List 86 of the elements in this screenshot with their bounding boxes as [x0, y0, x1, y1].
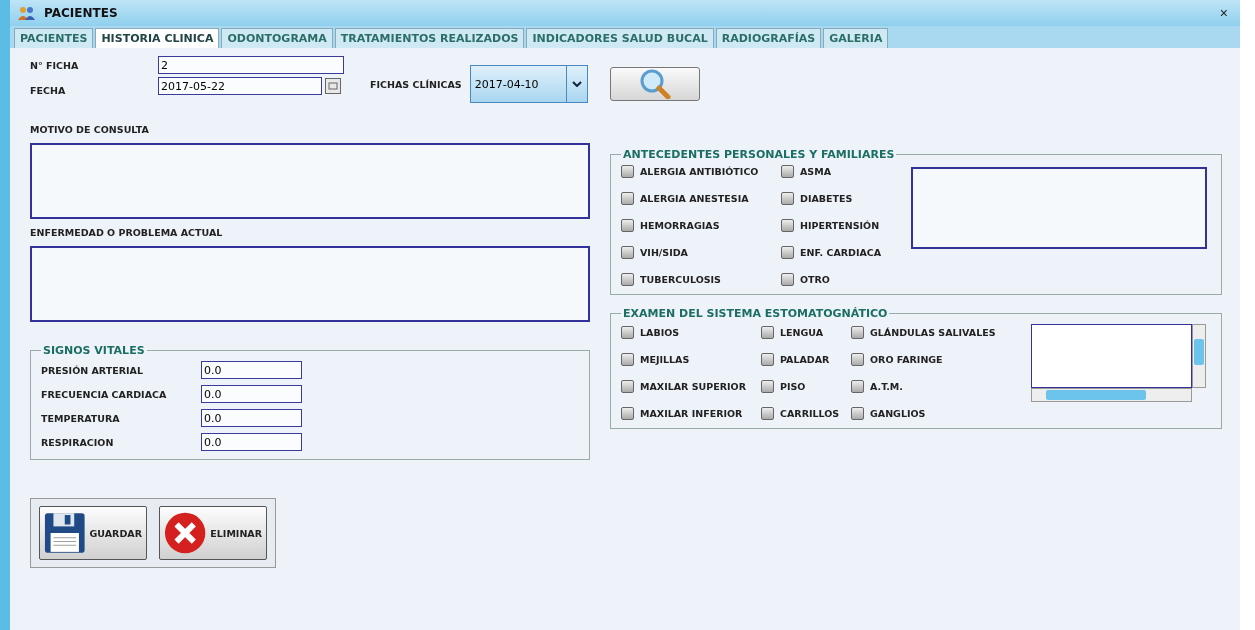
- checkbox-label: ORO FARINGE: [870, 354, 943, 365]
- checkbox-label: LENGUA: [780, 327, 824, 338]
- tab[interactable]: ODONTOGRAMA: [221, 28, 333, 48]
- checkbox[interactable]: [851, 353, 864, 366]
- field-label: ENFERMEDAD O PROBLEMA ACTUAL: [30, 227, 224, 238]
- field-label: FRECUENCIA CARDIACA: [41, 388, 168, 400]
- checkbox-label: OTRO: [800, 274, 830, 285]
- checkbox-label: PISO: [780, 381, 806, 392]
- checkbox-label: ENF. CARDIACA: [800, 247, 882, 258]
- checkbox-label: MEJILLAS: [640, 354, 690, 365]
- vital-input[interactable]: 0.0: [201, 361, 302, 379]
- fichas-dropdown[interactable]: 2017-04-10: [469, 65, 588, 103]
- close-button[interactable]: ×: [1215, 5, 1232, 21]
- field-label: RESPIRACION: [41, 436, 115, 448]
- group-title: ANTECEDENTES PERSONALES Y FAMILIARES: [622, 148, 896, 161]
- checkbox-label: PALADAR: [780, 354, 830, 365]
- checkbox[interactable]: [761, 326, 774, 339]
- motivo-text-area[interactable]: [30, 143, 590, 219]
- checkbox-label: A.T.M.: [870, 381, 903, 392]
- field-label: MOTIVO DE CONSULTA: [30, 124, 150, 135]
- checkbox[interactable]: [781, 273, 794, 286]
- vital-input[interactable]: 0.0: [201, 385, 302, 403]
- checkbox-label: ASMA: [800, 166, 831, 177]
- checkbox[interactable]: [761, 353, 774, 366]
- field-label: FICHAS CLÍNICAS: [370, 78, 462, 90]
- checkbox[interactable]: [851, 380, 864, 393]
- checkbox[interactable]: [851, 326, 864, 339]
- examen-text-area[interactable]: [1031, 324, 1206, 402]
- checkbox[interactable]: [621, 246, 634, 259]
- checkbox-label: HEMORRAGIAS: [640, 220, 720, 231]
- people-icon: [18, 6, 36, 20]
- checkbox[interactable]: [761, 380, 774, 393]
- tab[interactable]: INDICADORES SALUD BUCAL: [526, 28, 714, 48]
- horizontal-scrollbar[interactable]: [1031, 388, 1192, 402]
- checkbox-label: GLÁNDULAS SALIVALES: [870, 327, 996, 338]
- calendar-icon[interactable]: [325, 78, 341, 94]
- checkbox-label: CARRILLOS: [780, 408, 840, 419]
- checkbox[interactable]: [621, 407, 634, 420]
- tab[interactable]: RADIOGRAFÍAS: [715, 28, 822, 48]
- search-icon: [638, 69, 671, 99]
- delete-button[interactable]: ELIMINAR: [159, 506, 267, 560]
- field-label: PRESIÓN ARTERIAL: [41, 364, 144, 376]
- checkbox[interactable]: [621, 165, 634, 178]
- checkbox-label: LABIOS: [640, 327, 680, 338]
- checkbox-label: MAXILAR SUPERIOR: [640, 381, 746, 392]
- vital-input[interactable]: 0.0: [201, 409, 302, 427]
- window-title: PACIENTES: [44, 6, 119, 20]
- vertical-scrollbar[interactable]: [1192, 324, 1206, 388]
- checkbox[interactable]: [621, 380, 634, 393]
- checkbox[interactable]: [621, 326, 634, 339]
- tab[interactable]: HISTORIA CLINICA: [95, 28, 220, 48]
- antecedentes-text-area[interactable]: [911, 167, 1207, 249]
- checkbox-label: MAXILAR INFERIOR: [640, 408, 743, 419]
- checkbox[interactable]: [621, 219, 634, 232]
- checkbox[interactable]: [621, 192, 634, 205]
- checkbox[interactable]: [781, 192, 794, 205]
- checkbox[interactable]: [781, 219, 794, 232]
- checkbox-label: GANGLIOS: [870, 408, 926, 419]
- checkbox-label: ALERGIA ANTIBIÓTICO: [640, 166, 759, 177]
- checkbox-label: DIABETES: [800, 193, 853, 204]
- tab[interactable]: TRATAMIENTOS REALIZADOS: [334, 28, 525, 48]
- checkbox[interactable]: [621, 353, 634, 366]
- search-button[interactable]: [609, 67, 700, 101]
- tab[interactable]: GALERIA: [823, 28, 889, 48]
- checkbox-label: TUBERCULOSIS: [640, 274, 721, 285]
- field-label: TEMPERATURA: [41, 412, 121, 424]
- field-label: FECHA: [30, 85, 67, 96]
- vital-input[interactable]: 0.0: [201, 433, 302, 451]
- group-title: EXAMEN DEL SISTEMA ESTOMATOGNÁTICO: [622, 307, 889, 320]
- checkbox-label: HIPERTENSIÓN: [800, 220, 880, 231]
- delete-icon: [164, 511, 207, 555]
- checkbox[interactable]: [781, 246, 794, 259]
- ficha-input[interactable]: 2: [158, 56, 344, 74]
- checkbox[interactable]: [621, 273, 634, 286]
- save-button[interactable]: GUARDAR: [39, 506, 147, 560]
- checkbox-label: VIH/SIDA: [640, 247, 688, 258]
- group-title: SIGNOS VITALES: [42, 344, 146, 357]
- field-label: N° FICHA: [30, 60, 80, 71]
- checkbox[interactable]: [761, 407, 774, 420]
- checkbox-label: ALERGIA ANESTESIA: [640, 193, 749, 204]
- checkbox[interactable]: [781, 165, 794, 178]
- checkbox[interactable]: [851, 407, 864, 420]
- caret-icon: [571, 81, 582, 87]
- tab[interactable]: PACIENTES: [14, 28, 94, 48]
- date-input[interactable]: 2017-05-22: [158, 77, 322, 95]
- enfermedad-text-area[interactable]: [30, 246, 590, 322]
